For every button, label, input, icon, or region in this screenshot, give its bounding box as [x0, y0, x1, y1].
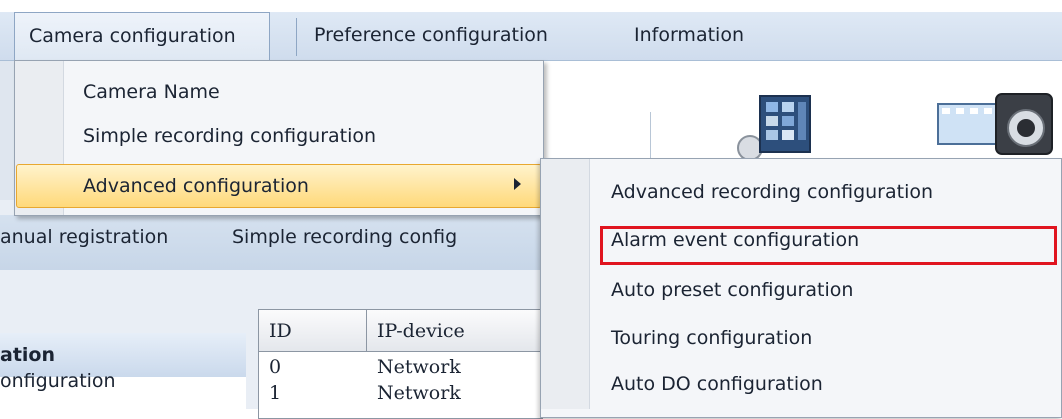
column-header-ip-device[interactable]: IP-device — [367, 310, 543, 352]
table-cell-ip-device[interactable]: Network — [377, 356, 537, 378]
toolbar-simple-recording[interactable]: Simple recording config — [232, 226, 457, 248]
table-cell-id[interactable]: 0 — [269, 356, 281, 378]
table-cell-ip-device[interactable]: Network — [377, 382, 537, 404]
menu-item-simple-recording-configuration[interactable]: Simple recording configuration — [83, 116, 376, 156]
toolbar-manual-registration[interactable]: anual registration — [0, 226, 168, 248]
menu-bar: Camera configuration Preference configur… — [0, 12, 1062, 61]
menu-information[interactable]: Information — [620, 12, 758, 60]
submenu-icon-gutter — [541, 159, 589, 409]
submenu-gutter-divider — [589, 159, 590, 409]
submenu-item-auto-do-configuration[interactable]: Auto DO configuration — [611, 364, 823, 404]
menu-item-camera-name[interactable]: Camera Name — [83, 72, 220, 112]
annotation-highlight-box — [600, 226, 1057, 265]
submenu-item-advanced-recording-configuration[interactable]: Advanced recording configuration — [611, 172, 933, 212]
left-strip — [0, 60, 14, 200]
submenu-item-auto-preset-configuration[interactable]: Auto preset configuration — [611, 270, 853, 310]
menu-preference-configuration[interactable]: Preference configuration — [300, 12, 562, 60]
submenu-item-touring-configuration[interactable]: Touring configuration — [611, 318, 812, 358]
screen-grid-icon[interactable] — [730, 90, 830, 165]
nav-item-configuration[interactable]: onfiguration — [0, 366, 116, 396]
table-cell-id[interactable]: 1 — [269, 382, 281, 404]
submenu-arrow-icon — [514, 178, 521, 190]
menu-item-advanced-configuration[interactable]: Advanced configuration — [83, 166, 309, 206]
column-header-id[interactable]: ID — [259, 310, 367, 352]
menu-separator — [296, 18, 297, 56]
film-camera-icon[interactable] — [930, 90, 1062, 165]
menu-camera-configuration[interactable]: Camera configuration — [14, 12, 270, 60]
